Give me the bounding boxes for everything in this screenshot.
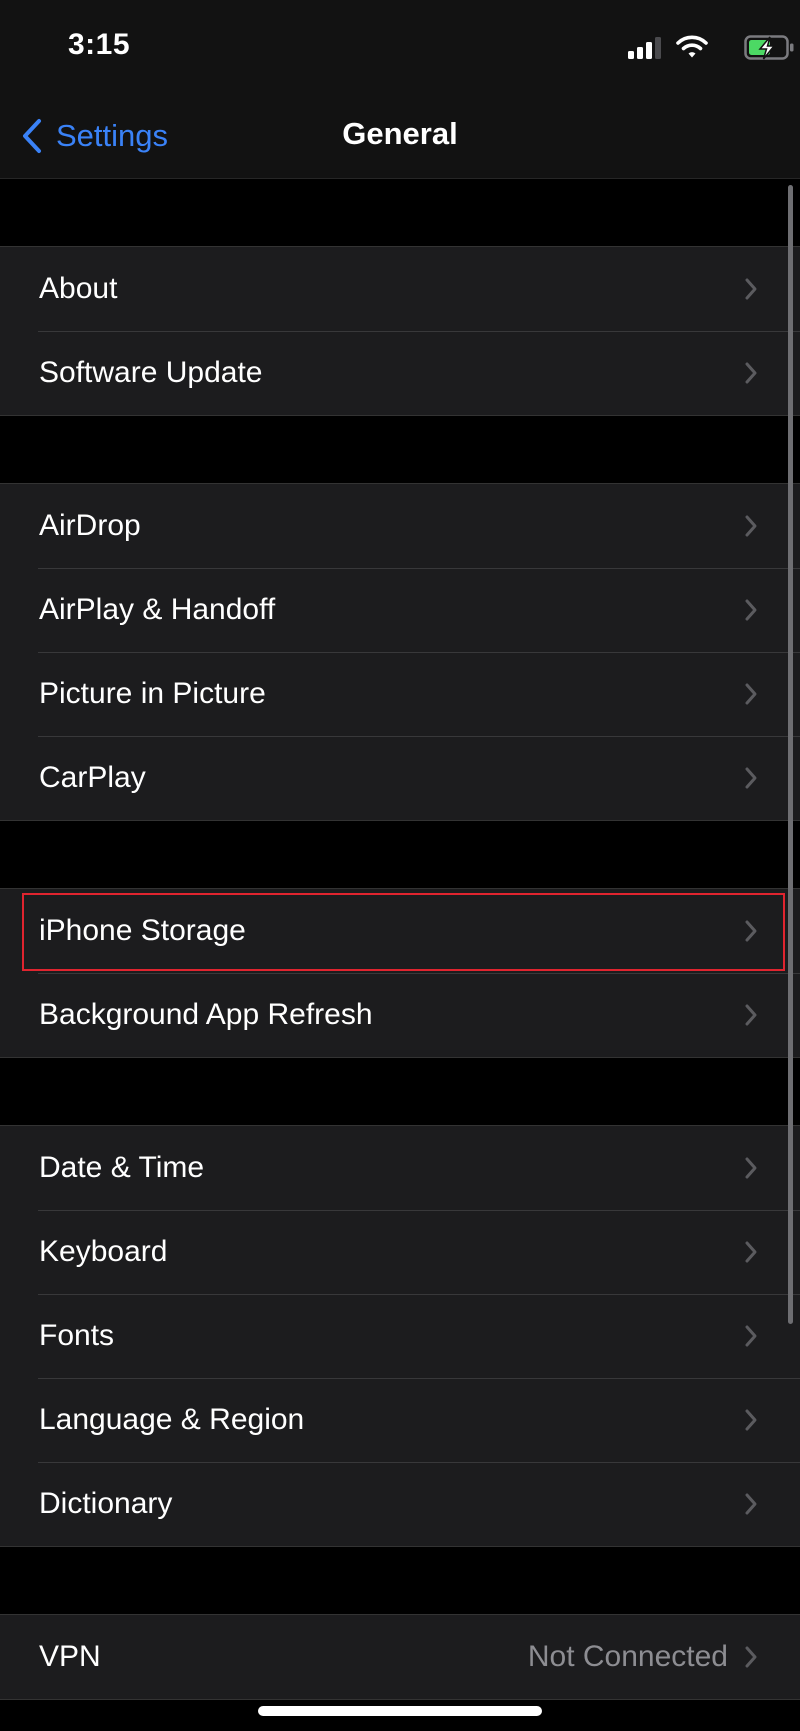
settings-group-info: About Software Update [0, 246, 800, 416]
section-spacer [0, 821, 800, 888]
vpn-status-value: Not Connected [527, 1640, 728, 1673]
section-spacer [0, 179, 800, 246]
row-label: Software Update [39, 356, 263, 389]
row-software-update[interactable]: Software Update [0, 331, 800, 415]
row-keyboard[interactable]: Keyboard [0, 1210, 800, 1294]
row-background-app-refresh[interactable]: Background App Refresh [0, 973, 800, 1057]
row-label: AirDrop [39, 509, 141, 542]
section-spacer [0, 1547, 800, 1614]
row-language-region[interactable]: Language & Region [0, 1378, 800, 1462]
chevron-right-icon [745, 362, 757, 384]
row-dictionary[interactable]: Dictionary [0, 1462, 800, 1546]
row-airdrop[interactable]: AirDrop [0, 484, 800, 568]
status-time: 3:15 [68, 28, 131, 61]
chevron-right-icon [745, 1157, 757, 1179]
section-spacer [0, 416, 800, 483]
chevron-right-icon [745, 1241, 757, 1263]
scroll-indicator[interactable] [788, 185, 793, 1324]
chevron-right-icon [745, 1409, 757, 1431]
settings-group-connectivity: AirDrop AirPlay & Handoff Picture in Pic… [0, 483, 800, 821]
row-vpn[interactable]: VPN Not Connected [0, 1615, 800, 1699]
row-label: Dictionary [39, 1487, 173, 1520]
row-label: Date & Time [39, 1151, 205, 1184]
chevron-right-icon [745, 599, 757, 621]
row-label: CarPlay [39, 761, 146, 794]
row-label: Background App Refresh [39, 998, 373, 1031]
chevron-right-icon [745, 920, 757, 942]
navigation-header: 3:15 Settings General [0, 0, 800, 179]
chevron-right-icon [745, 515, 757, 537]
settings-group-storage: iPhone Storage Background App Refresh [0, 888, 800, 1058]
page-title: General [342, 116, 458, 151]
row-label: Fonts [39, 1319, 115, 1352]
row-label: About [39, 272, 118, 305]
chevron-right-icon [745, 1493, 757, 1515]
cellular-signal-icon [628, 37, 661, 59]
row-label: iPhone Storage [39, 914, 246, 947]
row-about[interactable]: About [0, 247, 800, 331]
row-label: Picture in Picture [39, 677, 266, 710]
chevron-right-icon [745, 767, 757, 789]
chevron-right-icon [745, 1646, 757, 1668]
home-indicator[interactable] [258, 1706, 542, 1716]
chevron-right-icon [745, 278, 757, 300]
row-picture-in-picture[interactable]: Picture in Picture [0, 652, 800, 736]
row-label: VPN [39, 1640, 101, 1673]
settings-group-vpn: VPN Not Connected [0, 1614, 800, 1700]
row-airplay-handoff[interactable]: AirPlay & Handoff [0, 568, 800, 652]
row-label: Keyboard [39, 1235, 168, 1268]
section-spacer [0, 1058, 800, 1125]
chevron-right-icon [745, 683, 757, 705]
chevron-right-icon [745, 1325, 757, 1347]
settings-list: About Software Update AirDrop AirPlay & … [0, 179, 800, 1700]
row-label: Language & Region [39, 1403, 305, 1436]
wifi-icon [676, 35, 708, 58]
row-carplay[interactable]: CarPlay [0, 736, 800, 820]
battery-charging-icon [744, 35, 794, 60]
settings-group-locale: Date & Time Keyboard Fonts Language & Re… [0, 1125, 800, 1547]
row-label: AirPlay & Handoff [39, 593, 276, 626]
row-date-time[interactable]: Date & Time [0, 1126, 800, 1210]
row-iphone-storage[interactable]: iPhone Storage [0, 889, 800, 973]
row-fonts[interactable]: Fonts [0, 1294, 800, 1378]
chevron-right-icon [745, 1004, 757, 1026]
